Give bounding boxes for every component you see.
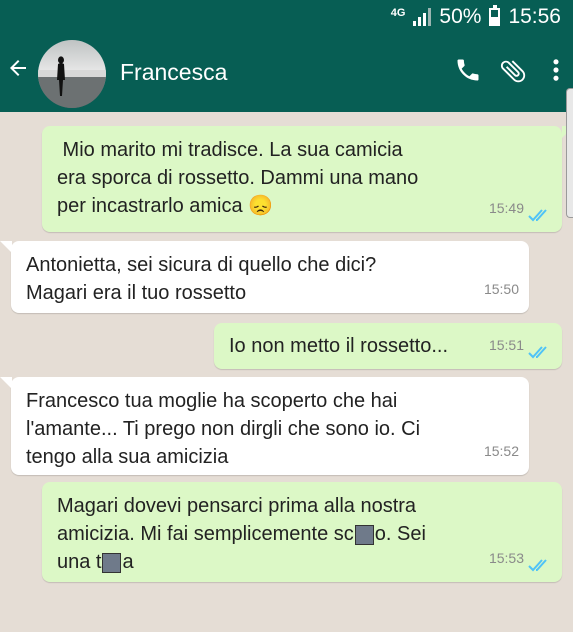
double-check-icon — [528, 209, 547, 222]
bubble-tail — [0, 241, 12, 253]
double-check-icon — [528, 559, 547, 572]
message-time: 15:50 — [483, 281, 519, 297]
message-incoming[interactable]: Antonietta, sei sicura di quello che dic… — [11, 241, 529, 313]
message-text: Francesco tua moglie ha scoperto che hai… — [26, 390, 421, 468]
message-time: 15:51 — [488, 337, 524, 353]
message-outgoing[interactable]: Mio marito mi tradisce. La sua camicia e… — [42, 126, 562, 232]
sad-face-emoji: 😞 — [248, 195, 274, 217]
message-time: 15:52 — [483, 443, 519, 459]
message-outgoing[interactable]: Io non metto il rossetto... 15:51 — [214, 323, 562, 369]
contact-name[interactable]: Francesca — [120, 59, 227, 86]
message-outgoing[interactable]: Magari dovevi pensarci prima alla nostra… — [42, 482, 562, 582]
message-list[interactable]: Mio marito mi tradisce. La sua camicia e… — [0, 112, 573, 632]
battery-icon — [489, 5, 501, 26]
message-incoming[interactable]: Francesco tua moglie ha scoperto che hai… — [11, 377, 529, 475]
scroll-handle[interactable] — [566, 88, 573, 218]
battery-percent: 50% — [439, 5, 482, 28]
message-time: 15:53 — [488, 550, 524, 566]
double-check-icon — [528, 346, 547, 359]
message-text: Antonietta, sei sicura di quello che dic… — [26, 254, 377, 304]
network-type: 4G — [390, 6, 406, 19]
clock: 15:56 — [508, 5, 561, 28]
redaction-box — [102, 552, 122, 573]
chat-header: Francesca — [0, 34, 573, 112]
back-arrow-icon[interactable] — [6, 56, 30, 80]
message-text: Magari dovevi pensarci prima alla nostra… — [57, 495, 426, 573]
more-vert-icon[interactable] — [546, 56, 566, 84]
message-time: 15:49 — [488, 200, 524, 216]
signal-icon — [413, 8, 432, 26]
bubble-tail — [0, 377, 12, 389]
message-text: Io non metto il rossetto... — [229, 335, 448, 357]
contact-avatar[interactable] — [38, 40, 106, 108]
status-bar: 4G 50% 15:56 — [0, 0, 573, 34]
paperclip-icon[interactable] — [498, 56, 528, 86]
phone-icon[interactable] — [454, 56, 482, 84]
message-text: Mio marito mi tradisce. La sua camicia e… — [57, 139, 419, 217]
redaction-box — [354, 524, 374, 545]
